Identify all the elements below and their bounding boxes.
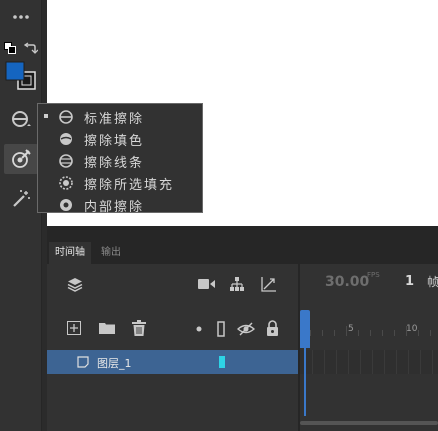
frame-cell-divider [384,350,385,374]
eraser-mode-icon[interactable] [4,104,38,134]
tools-panel [0,0,42,431]
menu-item-label: 标准擦除 [84,112,145,127]
camera-icon[interactable] [198,278,215,290]
eraser-selected-fill-icon [58,175,74,191]
menu-item-label: 擦除线条 [84,156,145,171]
current-frame[interactable]: 1 [405,274,414,289]
layer-type-icon [77,356,89,368]
layer-name[interactable]: 图层_1 [97,355,132,371]
frame-cell-divider [420,350,421,374]
default-colors-icon[interactable] [4,42,16,54]
playhead-line [304,348,306,416]
eraser-fill-icon [58,131,74,147]
ruler-tick [358,330,359,336]
outline-toggle-icon[interactable] [217,321,225,337]
frame-cell-divider [408,350,409,374]
frame-unit: 帧 [427,275,438,289]
ruler-tick [310,330,311,336]
timeline-header-info: 30.00 FPS 1 帧 [300,264,438,300]
ruler-tick [346,326,347,336]
fps-value[interactable]: 30.00 [325,274,369,290]
selected-check-icon [44,114,48,118]
frame-cell-divider [432,350,433,374]
new-folder-icon[interactable] [99,322,115,334]
menu-item-erase-fills[interactable]: 擦除填色 [38,128,202,150]
frame-row[interactable] [300,350,438,374]
active-layer-dot-icon[interactable] [196,326,202,332]
ruler-label: 10 [406,324,418,334]
frame-cell-divider [372,350,373,374]
new-layer-icon[interactable] [67,321,81,335]
ruler-tick [334,330,335,336]
hide-layers-icon[interactable] [237,322,255,336]
ruler-tick [394,330,395,336]
menu-item-label: 擦除所选填充 [84,178,175,193]
playhead[interactable] [300,310,310,348]
frame-cell-divider [360,350,361,374]
layer-tools-row [47,314,298,344]
eraser-inside-icon [58,197,74,213]
delete-layer-icon[interactable] [132,320,146,336]
magic-wand-icon[interactable] [4,184,38,214]
menu-item-erase-selected-fills[interactable]: 擦除所选填充 [38,172,202,194]
ruler-label: 5 [348,324,354,334]
eraser-lines-icon [58,153,74,169]
eraser-normal-icon [58,109,74,125]
frame-cell-divider [312,350,313,374]
ruler-tick [370,330,371,336]
ruler-tick [382,330,383,336]
menu-item-normal-erase[interactable]: 标准擦除 [38,106,202,128]
ruler-tick [430,330,431,336]
frame-cell-divider [348,350,349,374]
frame-cell-divider [324,350,325,374]
panel-tabs: 时间轴 输出 [47,242,438,264]
menu-item-label: 擦除填色 [84,134,145,149]
fps-unit: FPS [367,271,380,279]
timeline-panel: 时间轴 输出 30.00 FPS 1 帧 5 10 图层_1 [47,226,438,431]
tab-timeline[interactable]: 时间轴 [49,242,91,264]
layer-parenting-icon[interactable] [229,276,245,292]
eyedropper-target-icon[interactable] [4,144,38,174]
layers-stack-icon[interactable] [67,276,83,292]
graph-ease-icon[interactable] [261,276,277,292]
lock-icon[interactable] [266,320,279,336]
menu-item-erase-lines[interactable]: 擦除线条 [38,150,202,172]
timeline-scrollbar[interactable] [300,421,438,425]
frame-cell-divider [396,350,397,374]
layer-row[interactable]: 图层_1 [47,350,298,374]
tab-output[interactable]: 输出 [95,242,127,264]
stroke-fill-swatch[interactable] [5,61,37,91]
menu-item-erase-inside[interactable]: 内部擦除 [38,194,202,216]
panel-topbar [47,226,438,242]
frame-ruler[interactable]: 5 10 [300,314,438,350]
eraser-mode-menu: 标准擦除 擦除填色 擦除线条 擦除所选填充 内部擦除 [37,103,203,216]
more-tools-icon[interactable] [4,2,38,32]
menu-item-label: 内部擦除 [84,200,145,215]
ruler-tick [418,330,419,336]
layer-color-swatch[interactable] [219,356,225,368]
frame-cell-divider [336,350,337,374]
ruler-tick [322,330,323,336]
timeline-header-tools [47,264,298,300]
swap-colors-icon[interactable] [24,42,38,54]
